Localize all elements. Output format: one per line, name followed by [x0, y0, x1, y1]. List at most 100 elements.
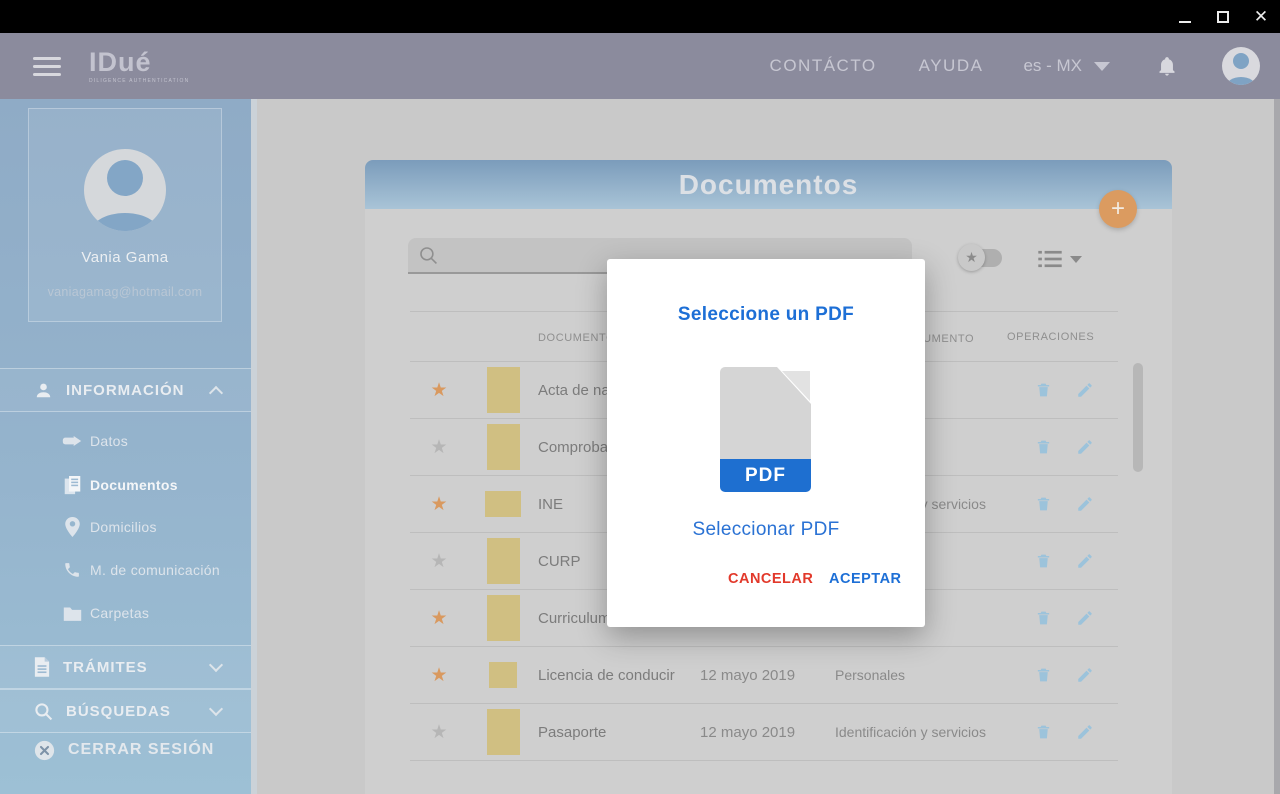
page-title: Documentos	[679, 169, 859, 201]
trash-icon	[1035, 495, 1052, 513]
favorite-star[interactable]: ★	[430, 723, 447, 742]
dialog-title: Seleccione un PDF	[607, 304, 925, 326]
delete-button[interactable]	[1035, 666, 1052, 684]
avatar-body	[1226, 77, 1256, 85]
avatar-head	[1233, 53, 1249, 69]
sidebar-item-carpetas[interactable]: Carpetas	[0, 598, 251, 628]
logo-caption: DILIGENCE AUTHENTICATION	[89, 78, 189, 84]
sidebar-scrollbar[interactable]	[251, 99, 257, 794]
app-header: IDué DILIGENCE AUTHENTICATION CONTÁCTO A…	[0, 33, 1280, 99]
sidebar-item-datos[interactable]: Datos	[0, 426, 251, 456]
document-thumbnail	[487, 709, 520, 755]
page-scrollbar[interactable]	[1274, 99, 1280, 794]
delete-button[interactable]	[1035, 438, 1052, 456]
edit-button[interactable]	[1076, 438, 1094, 456]
logout-button[interactable]: CERRAR SESIÓN	[0, 733, 251, 767]
cancel-button[interactable]: CANCELAR	[728, 571, 813, 587]
sidebar-section-busquedas[interactable]: BÚSQUEDAS	[0, 689, 251, 733]
minimize-button[interactable]	[1166, 0, 1204, 33]
edit-button[interactable]	[1076, 552, 1094, 570]
hamburger-icon	[33, 57, 61, 60]
sidebar-item-domicilios[interactable]: Domicilios	[0, 512, 251, 542]
delete-button[interactable]	[1035, 723, 1052, 741]
document-name: Licencia de conducir	[538, 667, 700, 684]
sidebar-item-comunicacion[interactable]: M. de comunicación	[0, 555, 251, 585]
favorite-star[interactable]: ★	[430, 381, 447, 400]
minimize-icon	[1179, 21, 1191, 23]
language-label: es - MX	[1023, 56, 1082, 76]
chevron-down-icon	[1094, 62, 1110, 71]
window-titlebar: ✕	[0, 0, 1280, 33]
search-icon	[34, 702, 53, 721]
data-card-icon	[60, 434, 84, 448]
chevron-down-icon	[209, 657, 223, 671]
person-icon	[34, 381, 53, 400]
pdf-file-icon: PDF	[720, 367, 811, 484]
profile-card: Vania Gama vaniagamag@hotmail.com	[28, 108, 222, 322]
profile-email: vaniagamag@hotmail.com	[29, 285, 221, 299]
delete-button[interactable]	[1035, 381, 1052, 399]
accept-button[interactable]: ACEPTAR	[829, 571, 902, 587]
pencil-icon	[1076, 438, 1094, 456]
edit-button[interactable]	[1076, 381, 1094, 399]
document-name: Pasaporte	[538, 724, 700, 741]
delete-button[interactable]	[1035, 609, 1052, 627]
trash-icon	[1035, 381, 1052, 399]
table-row[interactable]: ★ Licencia de conducir 12 mayo 2019 Pers…	[410, 647, 1118, 704]
nav-ayuda[interactable]: AYUDA	[919, 56, 984, 76]
page-fold-icon	[782, 371, 810, 401]
select-pdf-link[interactable]: Seleccionar PDF	[607, 519, 925, 541]
language-selector[interactable]: es - MX	[1023, 56, 1110, 76]
favorite-star[interactable]: ★	[430, 438, 447, 457]
table-scrollbar[interactable]	[1133, 363, 1143, 472]
favorite-star[interactable]: ★	[430, 495, 447, 514]
list-view-icon	[1038, 250, 1062, 268]
logo-text: IDué	[89, 49, 189, 76]
pencil-icon	[1076, 381, 1094, 399]
user-avatar[interactable]	[1222, 47, 1260, 85]
menu-button[interactable]	[33, 57, 61, 76]
document-thumbnail	[487, 424, 520, 470]
table-row[interactable]: ★ Pasaporte 12 mayo 2019 Identificación …	[410, 704, 1118, 761]
maximize-button[interactable]	[1204, 0, 1242, 33]
profile-name: Vania Gama	[29, 249, 221, 266]
profile-avatar	[84, 149, 166, 231]
document-thumbnail	[485, 491, 521, 517]
pencil-icon	[1076, 552, 1094, 570]
chevron-down-icon	[209, 701, 223, 715]
delete-button[interactable]	[1035, 552, 1052, 570]
trash-icon	[1035, 666, 1052, 684]
close-circle-icon	[34, 740, 55, 761]
document-thumbnail	[487, 367, 520, 413]
pencil-icon	[1076, 723, 1094, 741]
edit-button[interactable]	[1076, 723, 1094, 741]
favorite-star[interactable]: ★	[430, 552, 447, 571]
app-logo: IDué DILIGENCE AUTHENTICATION	[89, 49, 189, 84]
favorite-star[interactable]: ★	[430, 666, 447, 685]
document-date: 12 mayo 2019	[700, 667, 835, 684]
favorites-filter-toggle[interactable]: ★	[958, 248, 1002, 268]
document-date: 12 mayo 2019	[700, 724, 835, 741]
view-mode-selector[interactable]	[1038, 250, 1082, 268]
nav-contacto[interactable]: CONTÁCTO	[770, 56, 877, 76]
documents-icon	[60, 475, 84, 496]
phone-icon	[60, 561, 84, 579]
maximize-icon	[1217, 11, 1229, 23]
edit-button[interactable]	[1076, 609, 1094, 627]
app-window: ✕ IDué DILIGENCE AUTHENTICATION CONTÁCTO…	[0, 0, 1280, 794]
edit-button[interactable]	[1076, 666, 1094, 684]
sidebar: Vania Gama vaniagamag@hotmail.com INFORM…	[0, 99, 251, 794]
folder-icon	[60, 605, 84, 621]
sidebar-section-informacion[interactable]: INFORMACIÓN	[0, 368, 251, 412]
search-icon	[419, 246, 438, 265]
location-pin-icon	[60, 517, 84, 537]
pdf-label: PDF	[720, 459, 811, 492]
add-document-button[interactable]: +	[1099, 190, 1137, 228]
favorite-star[interactable]: ★	[430, 609, 447, 628]
close-button[interactable]: ✕	[1242, 0, 1280, 33]
delete-button[interactable]	[1035, 495, 1052, 513]
edit-button[interactable]	[1076, 495, 1094, 513]
notifications-button[interactable]	[1156, 54, 1178, 78]
sidebar-section-tramites[interactable]: TRÁMITES	[0, 645, 251, 689]
sidebar-item-documentos[interactable]: Documentos	[0, 470, 251, 500]
